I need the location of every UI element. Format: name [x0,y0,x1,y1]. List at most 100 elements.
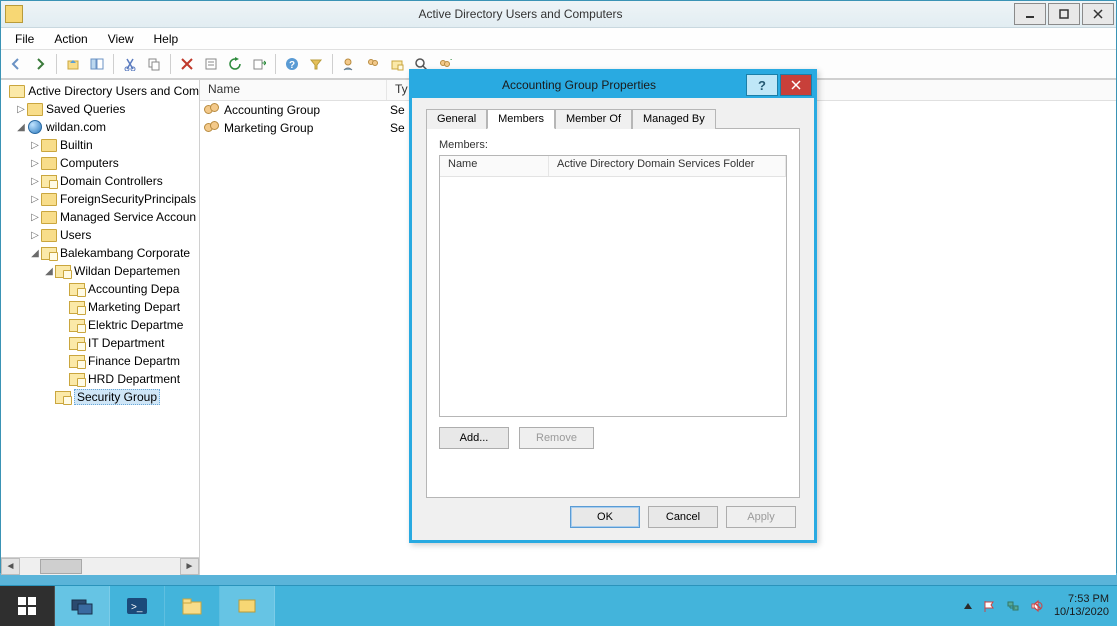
tree-computers[interactable]: ▷Computers [1,154,199,172]
tree-saved-queries[interactable]: ▷Saved Queries [1,100,199,118]
tree-label: Balekambang Corporate [60,246,190,260]
expand-icon[interactable]: ▷ [29,139,41,151]
collapse-icon[interactable]: ◢ [43,265,55,277]
menu-bar: File Action View Help [1,28,1116,50]
ou-icon [69,336,85,350]
minimize-button[interactable] [1014,3,1046,25]
members-header[interactable]: Name Active Directory Domain Services Fo… [440,156,786,177]
tray-flag-icon[interactable] [982,599,996,613]
tree-dept-accounting[interactable]: Accounting Depa [1,280,199,298]
delete-icon[interactable] [176,53,198,75]
expand-icon[interactable]: ▷ [15,103,27,115]
tree-label: Accounting Depa [88,282,179,296]
ou-icon [69,318,85,332]
tray-overflow-icon[interactable] [964,603,972,609]
new-user-icon[interactable] [338,53,360,75]
task-aduc[interactable] [220,586,275,626]
ou-icon [41,174,57,188]
members-col-folder[interactable]: Active Directory Domain Services Folder [549,156,786,176]
menu-file[interactable]: File [5,30,44,48]
filter-icon[interactable] [305,53,327,75]
members-list[interactable]: Name Active Directory Domain Services Fo… [439,155,787,417]
task-powershell[interactable]: >_ [110,586,165,626]
cancel-button[interactable]: Cancel [648,506,718,528]
task-server-manager[interactable] [55,586,110,626]
tree-root[interactable]: Active Directory Users and Com [1,82,199,100]
tree-pane[interactable]: Active Directory Users and Com ▷Saved Qu… [1,80,200,575]
tree-horizontal-scrollbar[interactable]: ◄ ► [1,557,199,575]
expand-icon[interactable]: ▷ [29,229,41,241]
tree-security-group[interactable]: Security Group [1,388,199,406]
scroll-thumb[interactable] [40,559,82,574]
forward-icon[interactable] [29,53,51,75]
tree-balekambang[interactable]: ◢ Balekambang Corporate [1,244,199,262]
tree-dept-hrd[interactable]: HRD Department [1,370,199,388]
tree-builtin[interactable]: ▷Builtin [1,136,199,154]
collapse-icon[interactable]: ◢ [29,247,41,259]
tree-label: ForeignSecurityPrincipals [60,192,196,206]
tab-members[interactable]: Members [487,109,555,129]
tab-general[interactable]: General [426,109,487,129]
dialog-close-button[interactable] [780,74,812,96]
svg-text:+: + [450,57,452,64]
tab-member-of[interactable]: Member Of [555,109,632,129]
properties-icon[interactable] [200,53,222,75]
expand-icon[interactable]: ▷ [29,175,41,187]
tree-dept-it[interactable]: IT Department [1,334,199,352]
menu-action[interactable]: Action [44,30,97,48]
dialog-title-bar[interactable]: Accounting Group Properties ? [412,72,814,98]
tree-users[interactable]: ▷Users [1,226,199,244]
expand-icon[interactable]: ▷ [29,157,41,169]
collapse-icon[interactable]: ◢ [15,121,27,133]
scroll-track[interactable] [20,559,180,574]
tree-label: Finance Departm [88,354,180,368]
tree-label: Wildan Departemen [74,264,180,278]
up-icon[interactable] [62,53,84,75]
maximize-button[interactable] [1048,3,1080,25]
tree-label: wildan.com [46,120,106,134]
aduc-icon [9,84,25,98]
back-icon[interactable] [5,53,27,75]
tree-domain[interactable]: ◢ wildan.com [1,118,199,136]
members-col-name[interactable]: Name [440,156,549,176]
menu-view[interactable]: View [98,30,144,48]
tree-dept-elektric[interactable]: Elektric Departme [1,316,199,334]
refresh-icon[interactable] [224,53,246,75]
cut-icon[interactable] [119,53,141,75]
ou-icon [69,300,85,314]
tree-dept-marketing[interactable]: Marketing Depart [1,298,199,316]
tree-dept-finance[interactable]: Finance Departm [1,352,199,370]
new-group-icon[interactable] [362,53,384,75]
scroll-left-icon[interactable]: ◄ [1,558,20,575]
column-name[interactable]: Name [200,80,387,100]
expand-icon[interactable]: ▷ [29,193,41,205]
tab-managed-by[interactable]: Managed By [632,109,716,129]
properties-dialog: Accounting Group Properties ? General Me… [409,69,817,543]
ok-button[interactable]: OK [570,506,640,528]
tray-clock[interactable]: 7:53 PM 10/13/2020 [1054,593,1109,619]
copy-icon[interactable] [143,53,165,75]
tab-page-members: Members: Name Active Directory Domain Se… [426,128,800,498]
tree-msa[interactable]: ▷Managed Service Accoun [1,208,199,226]
expand-icon[interactable]: ▷ [29,211,41,223]
new-ou-icon[interactable] [386,53,408,75]
close-button[interactable] [1082,3,1114,25]
apply-button[interactable]: Apply [726,506,796,528]
add-button[interactable]: Add... [439,427,509,449]
remove-button[interactable]: Remove [519,427,594,449]
dialog-help-button[interactable]: ? [746,74,778,96]
scroll-right-icon[interactable]: ► [180,558,199,575]
task-explorer[interactable] [165,586,220,626]
show-hide-tree-icon[interactable] [86,53,108,75]
tree-fsp[interactable]: ▷ ForeignSecurityPrincipals [1,190,199,208]
domain-icon [27,120,43,134]
help-icon[interactable]: ? [281,53,303,75]
svg-text:?: ? [289,60,295,71]
tray-sound-icon[interactable] [1030,599,1044,613]
export-icon[interactable] [248,53,270,75]
tree-wildan-dept[interactable]: ◢ Wildan Departemen [1,262,199,280]
tree-domain-controllers[interactable]: ▷Domain Controllers [1,172,199,190]
menu-help[interactable]: Help [144,30,189,48]
start-button[interactable] [0,586,55,626]
tray-network-icon[interactable] [1006,599,1020,613]
